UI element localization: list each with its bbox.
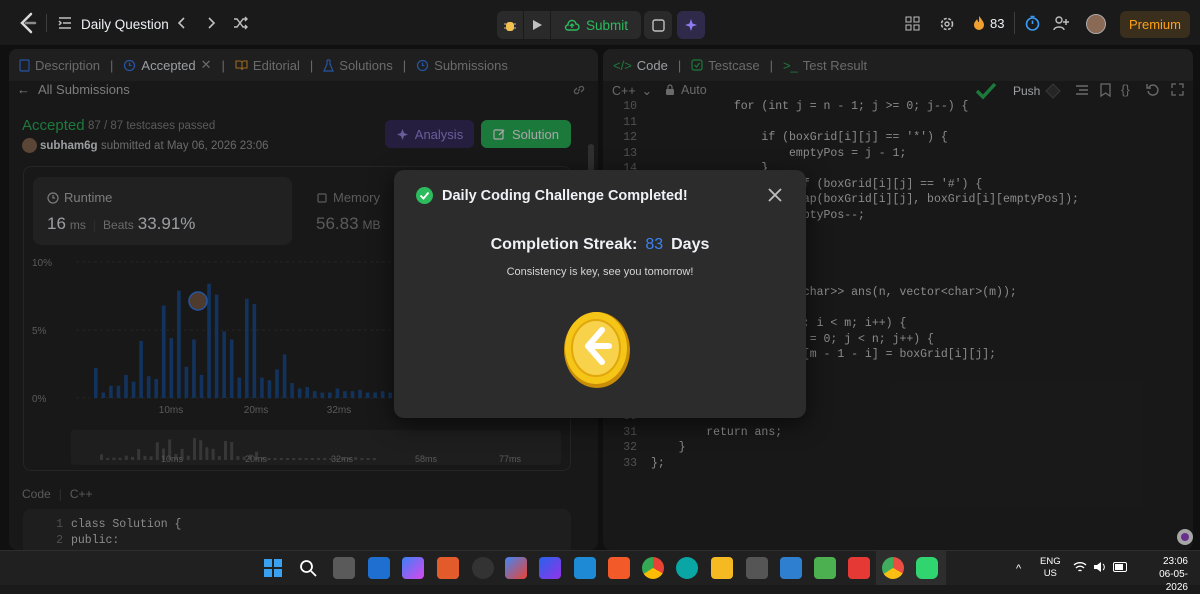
fire-icon <box>973 15 985 31</box>
problem-list-icon[interactable] <box>58 16 72 30</box>
notes-button[interactable] <box>644 11 672 39</box>
file-explorer-icon[interactable] <box>711 557 733 579</box>
language-indicator[interactable]: ENG US <box>1040 556 1061 580</box>
vscode-icon[interactable] <box>574 557 596 579</box>
windows-start-icon[interactable] <box>264 559 282 577</box>
windows-taskbar: ^ ENG US 23:06 06-05-2026 <box>0 550 1200 593</box>
battery-icon[interactable] <box>1113 562 1129 572</box>
lang-line2: US <box>1043 568 1057 579</box>
chrome-icon[interactable] <box>642 557 664 579</box>
edge-icon[interactable] <box>676 557 698 579</box>
play-icon <box>531 19 543 31</box>
search-icon[interactable] <box>299 559 317 577</box>
timer-icon[interactable] <box>1025 15 1040 31</box>
active-app-highlight <box>876 551 946 585</box>
shuffle-icon[interactable] <box>233 16 248 30</box>
streak-count: 83 <box>990 15 1005 31</box>
gear-icon[interactable] <box>939 16 955 32</box>
snipping-tool-icon[interactable] <box>780 557 802 579</box>
chevron-left-icon[interactable] <box>176 16 188 30</box>
cloud-upload-icon <box>564 19 580 31</box>
layout-icon[interactable] <box>905 16 920 31</box>
brave-icon[interactable] <box>608 557 630 579</box>
premium-button[interactable]: Premium <box>1120 11 1190 38</box>
copilot-icon[interactable] <box>402 557 424 579</box>
close-icon[interactable] <box>767 187 783 203</box>
streak-unit: Days <box>671 236 710 253</box>
youtube-icon[interactable] <box>848 557 870 579</box>
modal-title: Daily Coding Challenge Completed! <box>442 188 688 204</box>
add-friend-icon[interactable] <box>1053 15 1070 31</box>
clock-date: 06-05-2026 <box>1159 569 1188 593</box>
widgets-icon[interactable] <box>368 557 390 579</box>
photos-icon[interactable] <box>814 557 836 579</box>
streak-label: Completion Streak: <box>490 236 638 253</box>
daily-question-title[interactable]: Daily Question <box>81 17 169 32</box>
debug-button[interactable] <box>497 11 523 39</box>
bug-icon <box>503 18 517 32</box>
gold-coin-icon <box>562 308 632 390</box>
chevron-right-icon[interactable] <box>205 16 217 30</box>
task-view-icon[interactable] <box>333 557 355 579</box>
clock-time: 23:06 <box>1162 556 1188 567</box>
modal-message: Consistency is key, see you tomorrow! <box>506 266 694 278</box>
run-button[interactable] <box>524 11 550 39</box>
chevron-up-icon[interactable]: ^ <box>1016 563 1021 575</box>
settings-app-icon[interactable] <box>746 557 768 579</box>
avatar[interactable] <box>1086 14 1106 34</box>
divider <box>1014 12 1015 34</box>
submit-button[interactable]: Submit <box>551 11 641 39</box>
ai-app-icon[interactable] <box>539 557 561 579</box>
clock[interactable]: 23:06 06-05-2026 <box>1138 555 1188 594</box>
top-navigation-bar: Daily Question Submit 83 Premium <box>0 0 1200 46</box>
wifi-icon[interactable] <box>1073 561 1087 573</box>
sparkle-icon <box>684 18 698 32</box>
divider <box>46 14 47 32</box>
streak-line: Completion Streak: 83 Days <box>394 236 806 254</box>
streak-value: 83 <box>645 236 664 253</box>
volume-icon[interactable] <box>1093 561 1107 573</box>
app-icon[interactable] <box>472 557 494 579</box>
submit-label: Submit <box>585 17 629 33</box>
lang-line1: ENG <box>1040 556 1061 567</box>
gemini-icon[interactable] <box>505 557 527 579</box>
app-icon[interactable] <box>437 557 459 579</box>
streak-counter[interactable]: 83 <box>973 15 1004 31</box>
ai-assist-button[interactable] <box>677 11 705 39</box>
leetcode-logo[interactable] <box>18 12 38 34</box>
note-icon <box>651 18 665 32</box>
check-circle-icon <box>416 187 433 204</box>
daily-challenge-modal: Daily Coding Challenge Completed! Comple… <box>394 170 806 418</box>
